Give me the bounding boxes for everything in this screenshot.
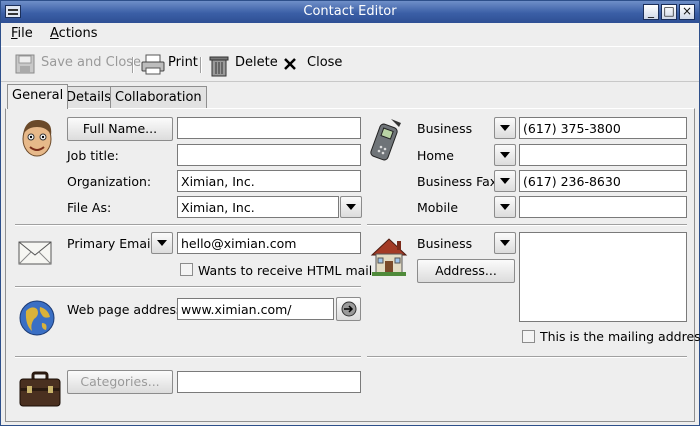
- file-as-label: File As:: [67, 200, 112, 215]
- save-icon: [15, 54, 35, 74]
- phone-type-dropdown[interactable]: [494, 144, 516, 166]
- job-title-field[interactable]: [177, 144, 361, 166]
- phone-business-field[interactable]: (617) 375-3800: [519, 117, 687, 139]
- print-icon: [141, 54, 165, 75]
- file-as-dropdown[interactable]: [340, 196, 362, 218]
- section-separator: [367, 356, 687, 358]
- close-icon: [284, 58, 296, 70]
- window-title: Contact Editor: [303, 4, 397, 19]
- toolbar-separator: [200, 57, 202, 73]
- section-separator: [15, 286, 361, 288]
- email-type-dropdown[interactable]: [151, 232, 173, 254]
- delete-button[interactable]: Delete: [235, 55, 278, 70]
- contact-editor-window: Contact Editor _ □ × File Actions Save a…: [0, 0, 700, 426]
- tab-general[interactable]: General: [7, 84, 69, 109]
- tab-details[interactable]: Details: [61, 86, 117, 108]
- phone-mobile-field[interactable]: [519, 196, 687, 218]
- trash-icon: [209, 56, 229, 77]
- phone-home-field[interactable]: [519, 144, 687, 166]
- full-name-field[interactable]: [177, 117, 361, 139]
- tab-collaboration[interactable]: Collaboration: [110, 86, 207, 108]
- toolbar: Save and Close Print Delete Close: [1, 46, 699, 82]
- mailing-address-label: This is the mailing address: [540, 329, 700, 344]
- categories-field[interactable]: [177, 371, 361, 393]
- close-button[interactable]: Close: [307, 55, 342, 70]
- mobile-phone-icon: [370, 119, 401, 161]
- phone-type-dropdown[interactable]: [494, 170, 516, 192]
- save-and-close-button[interactable]: Save and Close: [41, 55, 141, 70]
- phone-business-fax-field[interactable]: (617) 236-8630: [519, 170, 687, 192]
- address-type-dropdown[interactable]: [494, 232, 516, 254]
- briefcase-icon: [19, 371, 61, 407]
- primary-email-label: Primary Email: [67, 236, 154, 251]
- phone-label-business-fax: Business Fax: [417, 174, 498, 189]
- globe-icon: [19, 300, 55, 336]
- section-separator: [15, 356, 361, 358]
- open-url-icon: [341, 301, 356, 317]
- categories-button[interactable]: Categories...: [67, 370, 173, 394]
- phone-type-dropdown[interactable]: [494, 117, 516, 139]
- toolbar-separator: [132, 57, 134, 73]
- phone-label-home: Home: [417, 148, 454, 163]
- print-button[interactable]: Print: [168, 55, 198, 70]
- close-window-icon[interactable]: ×: [679, 4, 695, 20]
- section-separator: [367, 224, 687, 226]
- mailing-address-checkbox[interactable]: [522, 330, 535, 343]
- menu-actions[interactable]: Actions: [50, 26, 98, 41]
- open-web-page-button[interactable]: [336, 297, 361, 321]
- organization-field[interactable]: Ximian, Inc.: [177, 170, 361, 192]
- menubar: File Actions: [1, 23, 699, 45]
- phone-label-mobile: Mobile: [417, 200, 459, 215]
- html-mail-checkbox[interactable]: [180, 263, 193, 276]
- minimize-icon[interactable]: _: [643, 4, 659, 20]
- job-title-label: Job title:: [67, 148, 119, 163]
- html-mail-label: Wants to receive HTML mail: [198, 263, 373, 278]
- web-page-label: Web page address:: [67, 302, 187, 317]
- menu-file[interactable]: File: [11, 26, 33, 41]
- address-type-label: Business: [417, 236, 473, 251]
- address-textarea[interactable]: [519, 232, 687, 322]
- web-page-field[interactable]: www.ximian.com/: [177, 298, 334, 320]
- organization-label: Organization:: [67, 174, 152, 189]
- house-icon: [370, 238, 408, 276]
- file-as-field[interactable]: Ximian, Inc.: [177, 196, 339, 218]
- phone-type-dropdown[interactable]: [494, 196, 516, 218]
- maximize-icon[interactable]: □: [661, 4, 677, 20]
- contact-face-icon: [22, 119, 52, 157]
- title-bar[interactable]: Contact Editor _ □ ×: [1, 1, 699, 23]
- phone-label-business: Business: [417, 121, 473, 136]
- section-separator: [15, 224, 361, 226]
- address-button[interactable]: Address...: [417, 259, 515, 283]
- envelope-icon: [18, 241, 52, 265]
- primary-email-field[interactable]: hello@ximian.com: [177, 232, 361, 254]
- full-name-button[interactable]: Full Name...: [67, 117, 173, 141]
